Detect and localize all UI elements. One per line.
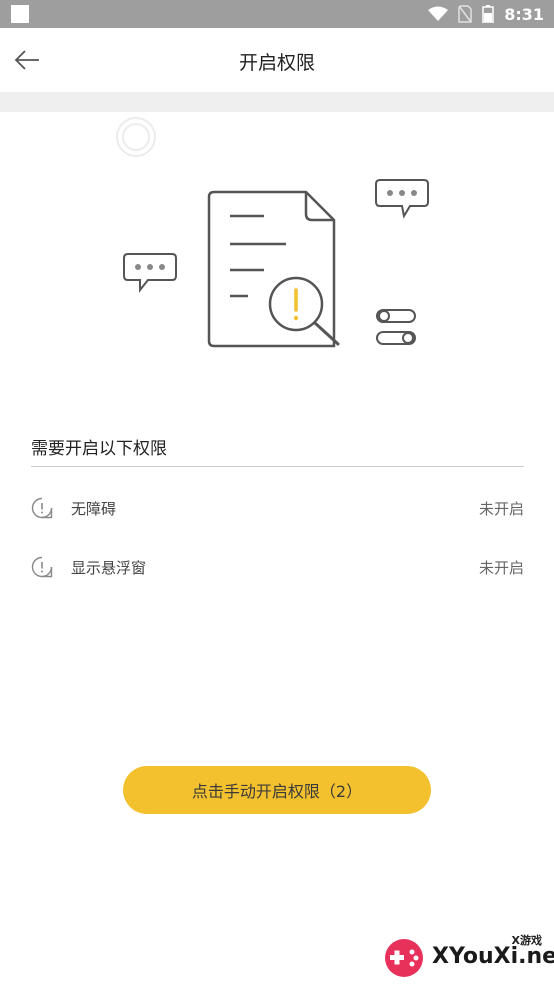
header-divider	[0, 92, 554, 112]
enable-permissions-button[interactable]: 点击手动开启权限（2）	[123, 766, 431, 814]
battery-icon	[482, 5, 494, 23]
page-title: 开启权限	[238, 52, 315, 74]
status-bar: 8:31	[0, 0, 554, 28]
gamepad-logo-icon	[385, 939, 423, 977]
no-sim-icon	[458, 5, 472, 23]
toggle-switch-icon	[376, 309, 416, 345]
alert-circle-icon	[31, 556, 53, 578]
permission-name: 显示悬浮窗	[71, 558, 147, 577]
notification-icon	[11, 5, 29, 23]
permission-row-overlay[interactable]: 显示悬浮窗 未开启	[31, 552, 524, 582]
watermark-brand-text: XYouXi.net	[432, 944, 554, 969]
permission-status: 未开启	[478, 558, 524, 577]
magnifier-warning-icon	[268, 276, 340, 346]
app-header: 开启权限	[0, 28, 554, 92]
permission-name: 无障碍	[71, 499, 117, 518]
section-title: 需要开启以下权限	[31, 439, 167, 459]
alert-circle-icon	[31, 497, 53, 519]
faint-ring-decoration	[116, 117, 156, 157]
watermark: X游戏 XYouXi.net	[380, 930, 554, 982]
status-time: 8:31	[504, 4, 544, 24]
status-icons: 8:31	[428, 4, 544, 24]
permission-illustration	[123, 179, 429, 348]
section-divider	[31, 466, 524, 467]
chat-bubble-left-icon	[123, 253, 177, 293]
wifi-icon	[428, 6, 449, 21]
permission-row-accessibility[interactable]: 无障碍 未开启	[31, 493, 524, 523]
permission-status: 未开启	[478, 499, 524, 518]
chat-bubble-right-icon	[375, 179, 429, 219]
